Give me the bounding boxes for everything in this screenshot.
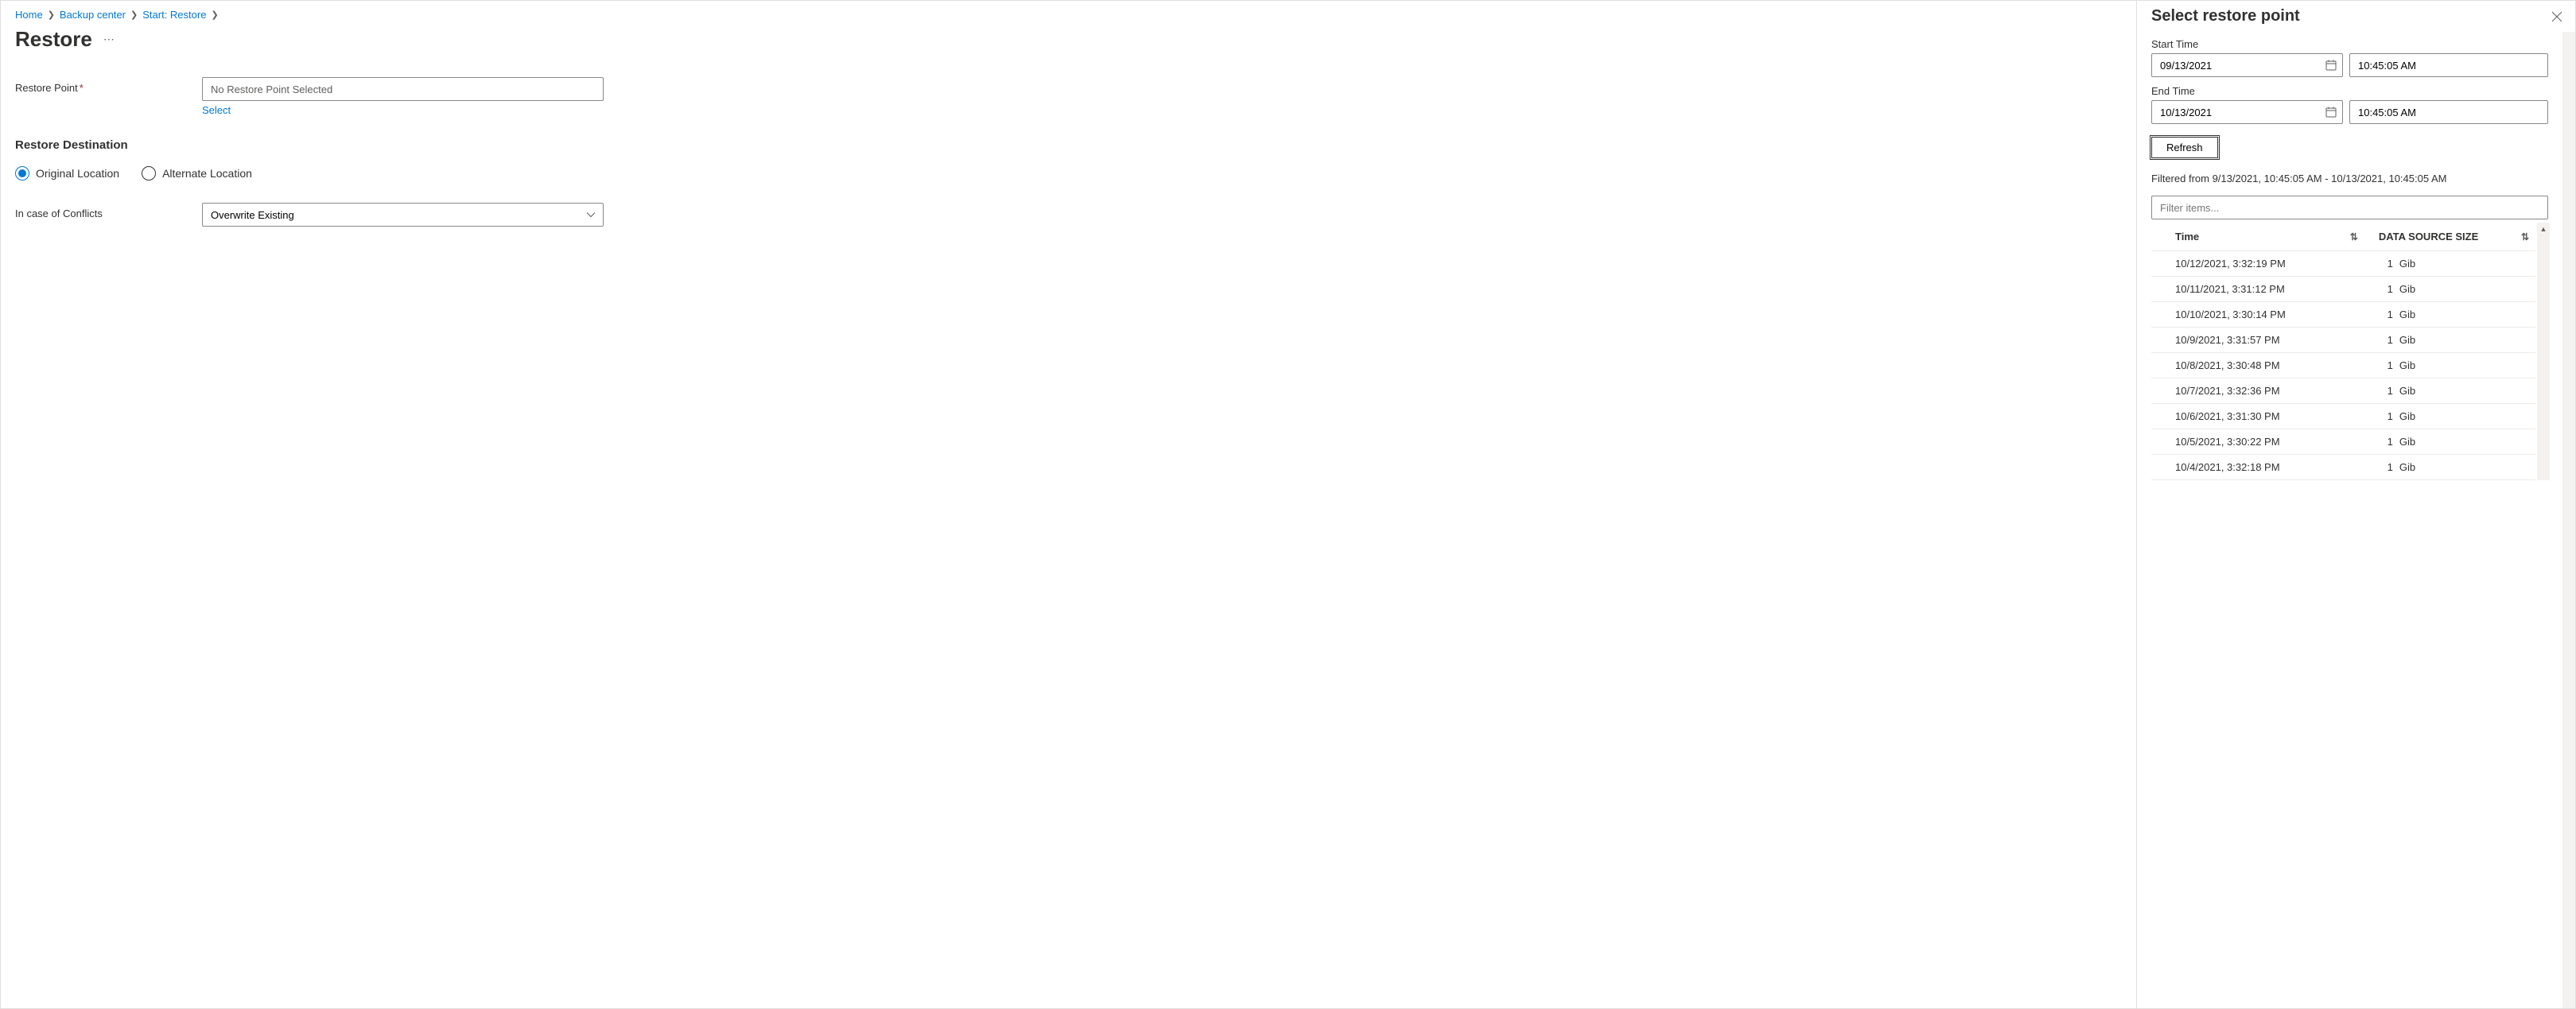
breadcrumb-home[interactable]: Home	[15, 9, 43, 21]
table-row[interactable]: 10/7/2021, 3:32:36 PM1Gib	[2151, 378, 2535, 404]
cell-size-unit: Gib	[2396, 404, 2535, 429]
restore-point-label: Restore Point	[15, 82, 78, 94]
radio-original-label: Original Location	[36, 167, 119, 180]
radio-checked-icon	[15, 166, 29, 180]
radio-unchecked-icon	[142, 166, 156, 180]
restore-points-table: Time ⇅ DATA SOURCE SIZE ⇅ 10/12/2021,	[2151, 223, 2535, 480]
table-row[interactable]: 10/11/2021, 3:31:12 PM1Gib	[2151, 277, 2535, 302]
sort-icon: ⇅	[2521, 231, 2529, 243]
close-icon[interactable]	[2548, 8, 2566, 25]
chevron-right-icon: ❯	[48, 10, 55, 20]
breadcrumb-backup-center[interactable]: Backup center	[60, 9, 126, 21]
cell-size-unit: Gib	[2396, 353, 2535, 378]
start-time-input[interactable]	[2349, 53, 2548, 77]
cell-time: 10/12/2021, 3:32:19 PM	[2151, 251, 2372, 277]
select-restore-point-link[interactable]: Select	[202, 104, 231, 116]
cell-size-unit: Gib	[2396, 429, 2535, 455]
table-row[interactable]: 10/4/2021, 3:32:18 PM1Gib	[2151, 455, 2535, 480]
cell-size-unit: Gib	[2396, 277, 2535, 302]
chevron-right-icon: ❯	[211, 10, 218, 20]
radio-alternate-location[interactable]: Alternate Location	[142, 166, 252, 180]
cell-size-num: 1	[2372, 404, 2396, 429]
filtered-range-text: Filtered from 9/13/2021, 10:45:05 AM - 1…	[2151, 173, 2548, 184]
end-time-label: End Time	[2151, 85, 2548, 97]
end-time-input[interactable]	[2349, 100, 2548, 124]
page-title: Restore	[15, 27, 92, 52]
cell-size-num: 1	[2372, 277, 2396, 302]
more-icon[interactable]: ⋯	[103, 33, 116, 46]
table-row[interactable]: 10/6/2021, 3:31:30 PM1Gib	[2151, 404, 2535, 429]
cell-time: 10/11/2021, 3:31:12 PM	[2151, 277, 2372, 302]
cell-size-unit: Gib	[2396, 328, 2535, 353]
table-row[interactable]: 10/5/2021, 3:30:22 PM1Gib	[2151, 429, 2535, 455]
cell-time: 10/4/2021, 3:32:18 PM	[2151, 455, 2372, 480]
main-content: Home ❯ Backup center ❯ Start: Restore ❯ …	[1, 1, 2136, 1008]
column-header-size-label: DATA SOURCE SIZE	[2379, 231, 2478, 243]
refresh-button[interactable]: Refresh	[2151, 137, 2218, 158]
table-scrollbar[interactable]: ▲	[2537, 223, 2550, 480]
cell-size-num: 1	[2372, 429, 2396, 455]
column-header-size[interactable]: DATA SOURCE SIZE ⇅	[2372, 223, 2535, 251]
cell-size-num: 1	[2372, 328, 2396, 353]
cell-size-unit: Gib	[2396, 302, 2535, 328]
table-row[interactable]: 10/8/2021, 3:30:48 PM1Gib	[2151, 353, 2535, 378]
restore-point-input[interactable]	[202, 77, 604, 101]
conflicts-label: In case of Conflicts	[15, 208, 103, 219]
start-date-input[interactable]	[2151, 53, 2343, 77]
cell-time: 10/6/2021, 3:31:30 PM	[2151, 404, 2372, 429]
cell-time: 10/8/2021, 3:30:48 PM	[2151, 353, 2372, 378]
cell-size-num: 1	[2372, 455, 2396, 480]
column-header-time-label: Time	[2175, 231, 2199, 243]
cell-time: 10/7/2021, 3:32:36 PM	[2151, 378, 2372, 404]
cell-size-unit: Gib	[2396, 455, 2535, 480]
end-date-input[interactable]	[2151, 100, 2343, 124]
cell-size-unit: Gib	[2396, 378, 2535, 404]
table-row[interactable]: 10/12/2021, 3:32:19 PM1Gib	[2151, 251, 2535, 277]
cell-size-num: 1	[2372, 251, 2396, 277]
breadcrumb: Home ❯ Backup center ❯ Start: Restore ❯	[15, 6, 2122, 27]
scroll-up-icon[interactable]: ▲	[2537, 223, 2550, 235]
sort-icon: ⇅	[2350, 231, 2358, 243]
breadcrumb-start-restore[interactable]: Start: Restore	[142, 9, 206, 21]
cell-time: 10/9/2021, 3:31:57 PM	[2151, 328, 2372, 353]
table-row[interactable]: 10/10/2021, 3:30:14 PM1Gib	[2151, 302, 2535, 328]
cell-time: 10/10/2021, 3:30:14 PM	[2151, 302, 2372, 328]
panel-scrollbar[interactable]	[2562, 32, 2575, 1008]
column-header-time[interactable]: Time ⇅	[2151, 223, 2372, 251]
cell-size-num: 1	[2372, 378, 2396, 404]
cell-time: 10/5/2021, 3:30:22 PM	[2151, 429, 2372, 455]
radio-alternate-label: Alternate Location	[162, 167, 252, 180]
select-restore-point-panel: Select restore point Start Time End	[2136, 1, 2575, 1008]
cell-size-unit: Gib	[2396, 251, 2535, 277]
conflicts-select[interactable]	[202, 203, 604, 227]
radio-original-location[interactable]: Original Location	[15, 166, 119, 180]
start-time-label: Start Time	[2151, 38, 2548, 50]
restore-destination-heading: Restore Destination	[15, 138, 2122, 152]
required-marker: *	[80, 82, 84, 94]
panel-title: Select restore point	[2151, 7, 2300, 25]
table-row[interactable]: 10/9/2021, 3:31:57 PM1Gib	[2151, 328, 2535, 353]
cell-size-num: 1	[2372, 302, 2396, 328]
chevron-right-icon: ❯	[130, 10, 138, 20]
cell-size-num: 1	[2372, 353, 2396, 378]
filter-items-input[interactable]	[2151, 196, 2548, 219]
